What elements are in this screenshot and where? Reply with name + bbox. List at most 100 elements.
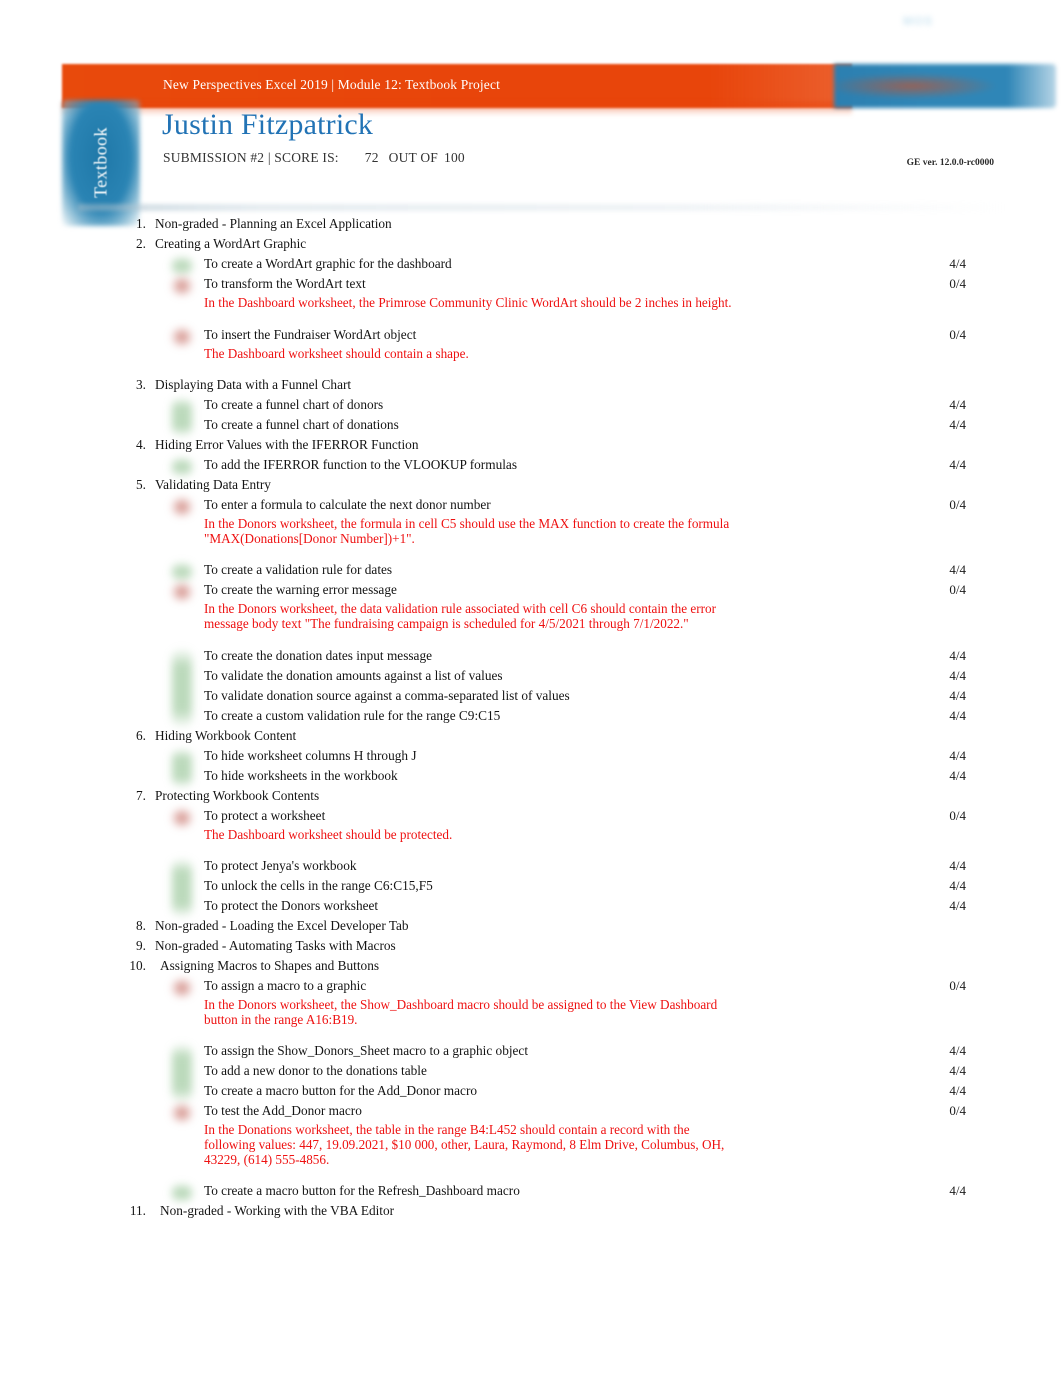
- version-label: GE ver. 12.0.0-rc0000: [906, 158, 994, 168]
- section-title: Non-graded - Loading the Excel Developer…: [155, 918, 409, 934]
- feedback-line: "MAX(Donations[Donor Number])+1".: [204, 530, 415, 546]
- feedback-line: button in the range A16:B19.: [204, 1011, 358, 1027]
- task-feedback: In the Donors worksheet, the formula in …: [204, 517, 962, 546]
- section-title: Non-graded - Planning an Excel Applicati…: [155, 216, 392, 231]
- feedback-line: following values: 447, 19.09.2021, $10 0…: [204, 1136, 725, 1152]
- task-feedback: In the Donors worksheet, the data valida…: [204, 602, 962, 631]
- task-label: To validate the donation amounts against…: [204, 667, 503, 683]
- feedback-spacer: [0, 311, 1062, 327]
- score-summary: SUBMISSION #2 | SCORE IS: 72 OUT OF 100: [163, 150, 465, 166]
- task-label: To assign the Show_Donors_Sheet macro to…: [204, 1043, 529, 1059]
- task-score: 4/4: [949, 747, 966, 763]
- section-heading: 5. Validating Data Entry: [0, 477, 1062, 497]
- result-section: 10. Assigning Macros to Shapes and Button…: [0, 958, 1062, 1203]
- brand-logo-block: [834, 64, 1056, 108]
- task-row: To create the warning error message 0/4: [0, 582, 1062, 602]
- task-row: To create a custom validation rule for t…: [0, 708, 1062, 728]
- section-number: 2.: [136, 236, 146, 251]
- task-row: To assign a macro to a graphic 0/4: [0, 978, 1062, 998]
- task-label: To create a funnel chart of donations: [204, 417, 399, 433]
- task-label: To transform the WordArt text: [204, 276, 366, 291]
- task-group: To create a WordArt graphic for the dash…: [0, 256, 1062, 377]
- task-score: 0/4: [949, 582, 966, 598]
- feedback-line: In the Dashboard worksheet, the Primrose…: [204, 295, 732, 310]
- task-label: To hide worksheets in the workbook: [204, 767, 398, 783]
- feedback-spacer: [0, 632, 1062, 648]
- task-row: To create a funnel chart of donations 4/4: [0, 417, 1062, 437]
- task-group: To add the IFERROR function to the VLOOK…: [0, 457, 1062, 477]
- task-row: To create the donation dates input messa…: [0, 648, 1062, 668]
- result-section: 3. Displaying Data with a Funnel Chart To …: [0, 377, 1062, 437]
- section-heading: 1. Non-graded - Planning an Excel Applica…: [0, 216, 1062, 236]
- task-row: To hide worksheets in the workbook 4/4: [0, 768, 1062, 788]
- task-label: To add a new donor to the donations tabl…: [204, 1063, 427, 1079]
- section-title: Hiding Workbook Content: [155, 727, 297, 743]
- task-label: To create the donation dates input messa…: [204, 647, 432, 663]
- results-list: 1. Non-graded - Planning an Excel Applica…: [0, 216, 1062, 1223]
- task-score: 4/4: [949, 1183, 966, 1199]
- section-heading: 9. Non-graded - Automating Tasks with Mac…: [0, 938, 1062, 958]
- task-score: 0/4: [949, 978, 966, 994]
- section-heading: 7. Protecting Workbook Contents: [0, 788, 1062, 808]
- feedback-spacer: [0, 546, 1062, 562]
- task-row: To create a macro button for the Refresh…: [0, 1183, 1062, 1203]
- task-row: To validate the donation amounts against…: [0, 668, 1062, 688]
- task-score: 0/4: [949, 1103, 966, 1119]
- task-row: To create a macro button for the Add_Don…: [0, 1083, 1062, 1103]
- task-group: To enter a formula to calculate the next…: [0, 497, 1062, 727]
- task-row: To create a validation rule for dates 4/4: [0, 562, 1062, 582]
- result-section: 1. Non-graded - Planning an Excel Applica…: [0, 216, 1062, 236]
- feedback-spacer: [0, 1167, 1062, 1183]
- task-feedback: In the Dashboard worksheet, the Primrose…: [204, 295, 962, 311]
- section-title: Protecting Workbook Contents: [155, 787, 320, 803]
- task-score: 4/4: [949, 898, 966, 914]
- task-label: To assign a macro to a graphic: [204, 978, 367, 994]
- section-number: 8.: [136, 918, 146, 934]
- feedback-line: The Dashboard worksheet should contain a…: [204, 345, 469, 361]
- section-heading: 3. Displaying Data with a Funnel Chart: [0, 377, 1062, 397]
- task-score: 4/4: [949, 397, 966, 413]
- section-heading: 4. Hiding Error Values with the IFERROR F…: [0, 437, 1062, 457]
- feedback-line: message body text "The fundraising campa…: [204, 615, 689, 631]
- section-title: Non-graded - Automating Tasks with Macro…: [155, 938, 396, 954]
- section-number: 7.: [136, 787, 146, 803]
- task-row: To insert the Fundraiser WordArt object 0…: [0, 327, 1062, 347]
- task-label: To enter a formula to calculate the next…: [204, 497, 491, 513]
- section-number: 3.: [136, 377, 146, 393]
- result-section: 11. Non-graded - Working with the VBA Edi…: [0, 1203, 1062, 1223]
- task-label: To create a macro button for the Add_Don…: [204, 1083, 478, 1099]
- task-label: To add the IFERROR function to the VLOOK…: [204, 457, 517, 473]
- task-row: To hide worksheet columns H through J 4/4: [0, 748, 1062, 768]
- result-section: 4. Hiding Error Values with the IFERROR F…: [0, 437, 1062, 477]
- task-score: 4/4: [949, 457, 966, 473]
- task-row: To test the Add_Donor macro 0/4: [0, 1103, 1062, 1123]
- result-section: 5. Validating Data Entry To enter a formul…: [0, 477, 1062, 727]
- task-row: To create a funnel chart of donors 4/4: [0, 397, 1062, 417]
- task-label: To protect a worksheet: [204, 807, 326, 823]
- section-heading: 10. Assigning Macros to Shapes and Button…: [0, 958, 1062, 978]
- section-title: Displaying Data with a Funnel Chart: [155, 377, 352, 393]
- section-number: 11.: [129, 1203, 146, 1219]
- task-score: 4/4: [949, 707, 966, 723]
- task-row: To create a WordArt graphic for the dash…: [0, 256, 1062, 276]
- task-group: To assign a macro to a graphic 0/4 In the …: [0, 978, 1062, 1203]
- task-score: 4/4: [949, 562, 966, 578]
- feedback-spacer: [0, 842, 1062, 858]
- task-score: 4/4: [949, 1063, 966, 1079]
- task-label: To protect Jenya's workbook: [204, 858, 357, 874]
- task-row: To assign the Show_Donors_Sheet macro to…: [0, 1043, 1062, 1063]
- section-number: 10.: [129, 958, 146, 974]
- section-title: Assigning Macros to Shapes and Buttons: [160, 958, 380, 974]
- task-label: To test the Add_Donor macro: [204, 1103, 362, 1119]
- section-title: Validating Data Entry: [155, 477, 271, 493]
- section-number: 9.: [136, 938, 146, 954]
- task-score: 4/4: [949, 1043, 966, 1059]
- task-score: 4/4: [949, 687, 966, 703]
- task-score: 4/4: [949, 858, 966, 874]
- task-label: To insert the Fundraiser WordArt object: [204, 326, 417, 342]
- task-group: To create a funnel chart of donors 4/4 To …: [0, 397, 1062, 437]
- task-label: To validate donation source against a co…: [204, 687, 570, 703]
- task-score: 0/4: [949, 276, 966, 291]
- task-row: To add the IFERROR function to the VLOOK…: [0, 457, 1062, 477]
- result-section: 8. Non-graded - Loading the Excel Develop…: [0, 918, 1062, 938]
